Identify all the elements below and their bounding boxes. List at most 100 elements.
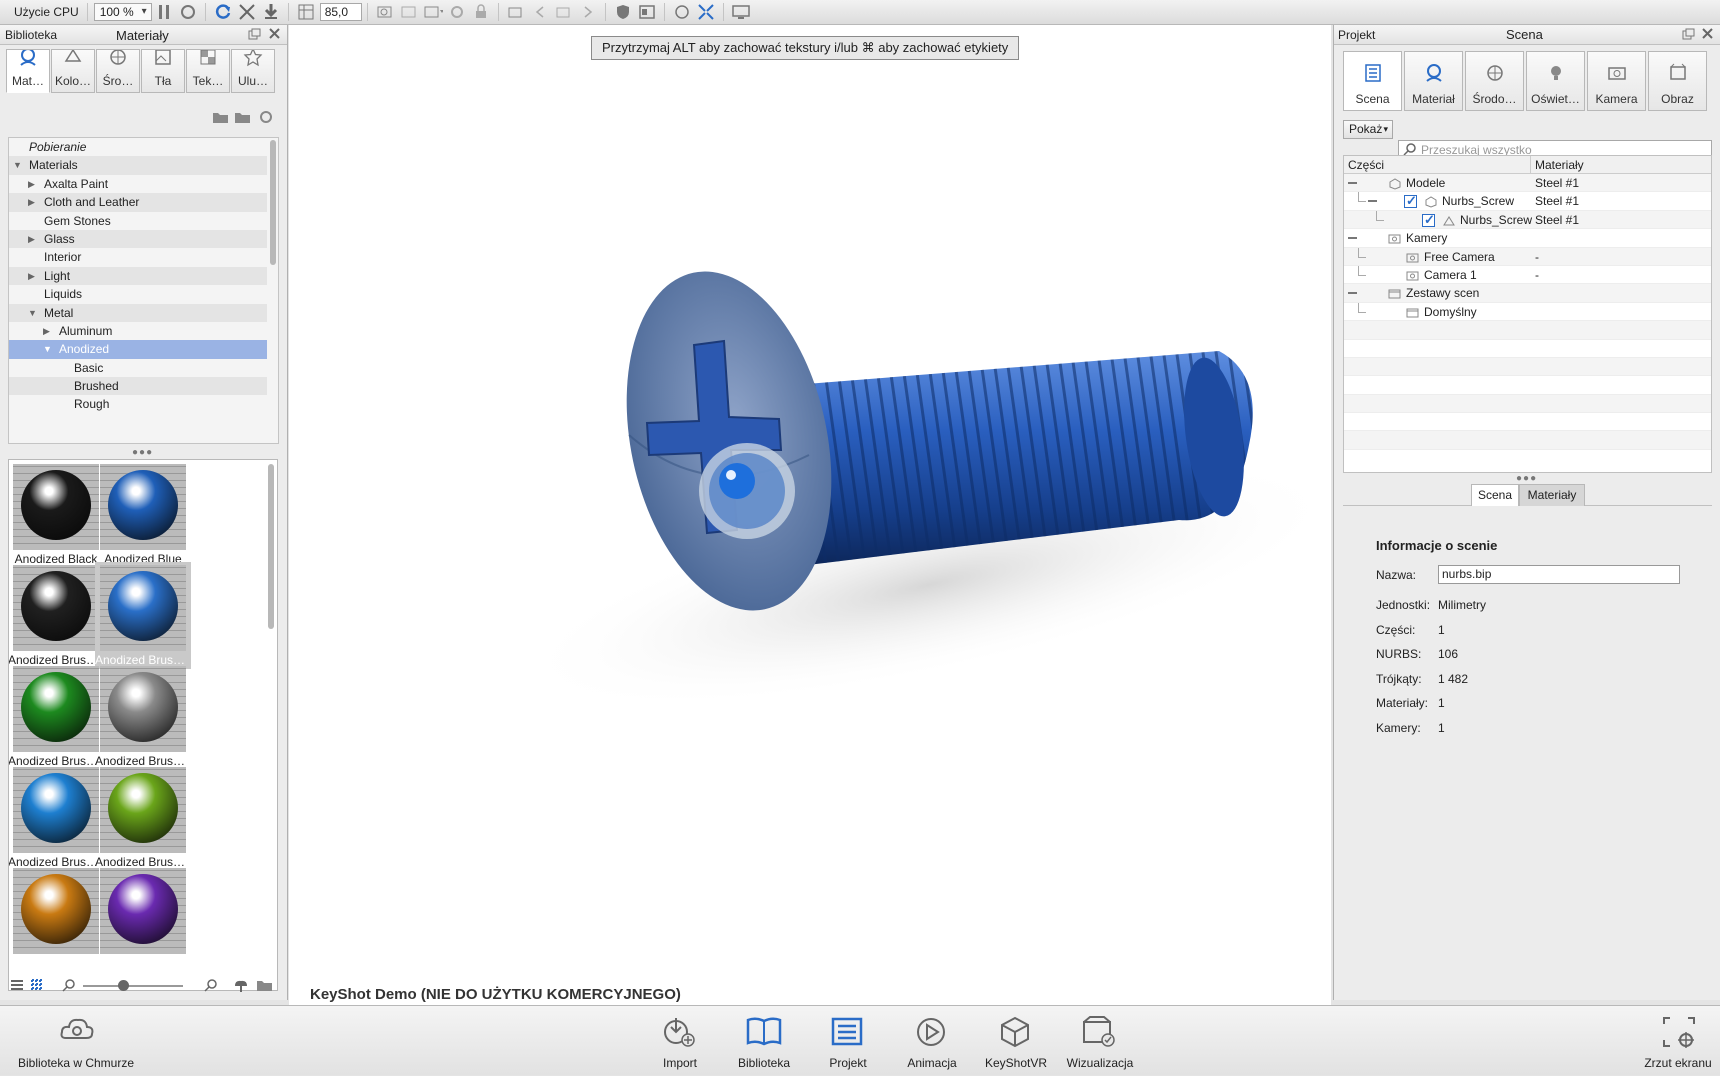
material-thumbnail[interactable]: Anodized Black bbox=[9, 461, 104, 568]
scene-tree-row[interactable]: Kamery bbox=[1344, 229, 1711, 248]
refresh-library-icon[interactable] bbox=[258, 109, 274, 128]
scene-name-input[interactable]: nurbs.bip bbox=[1438, 565, 1680, 584]
folder-tree-item[interactable]: Gem Stones bbox=[9, 212, 267, 230]
folder-tree-item[interactable]: ▼ Materials bbox=[9, 156, 267, 175]
camera-list-icon[interactable] bbox=[423, 2, 443, 22]
material-thumbnail[interactable]: Anodized Brush… bbox=[95, 663, 191, 770]
add-folder-icon[interactable] bbox=[212, 109, 230, 128]
dock-keyshotvr-button[interactable]: KeyShotVR bbox=[976, 1006, 1056, 1076]
library-tab-4[interactable]: Tek… bbox=[186, 49, 230, 93]
folder-tree-item[interactable]: Pobieranie bbox=[9, 138, 267, 156]
scene-tree-row[interactable]: Nurbs_ScrewSteel #1 bbox=[1344, 210, 1711, 229]
list-view-icon[interactable] bbox=[10, 979, 24, 994]
material-thumbnail[interactable]: Anodized Brush… bbox=[9, 764, 104, 871]
library-tab-0[interactable]: Mat… bbox=[6, 49, 50, 93]
cpu-usage-select[interactable]: 100 % bbox=[93, 3, 152, 21]
rotate-icon[interactable] bbox=[447, 2, 467, 22]
scene-tree-row[interactable]: Modele Steel #1 bbox=[1344, 174, 1711, 193]
show-dropdown[interactable]: Pokaż ▾ bbox=[1343, 120, 1393, 139]
shield-icon[interactable] bbox=[613, 2, 633, 22]
material-thumbnail[interactable]: Anodized Brush… bbox=[95, 562, 191, 669]
upload-icon[interactable] bbox=[232, 977, 250, 996]
grid-icon[interactable] bbox=[296, 2, 316, 22]
scene-tree-row[interactable]: Nurbs_ScrewSteel #1 bbox=[1344, 192, 1711, 211]
visibility-checkbox[interactable] bbox=[1422, 211, 1435, 229]
scene-tree-row[interactable]: Zestawy scen bbox=[1344, 284, 1711, 303]
folder-tree-item[interactable]: Rough bbox=[9, 395, 267, 413]
expand-arrow-icon[interactable]: ▶ bbox=[43, 322, 50, 340]
collapse-icon[interactable] bbox=[1348, 237, 1357, 240]
material-thumbnail[interactable]: Anodized Brush… bbox=[95, 764, 191, 871]
visibility-checkbox[interactable] bbox=[1404, 192, 1417, 211]
library-tab-5[interactable]: Ulu… bbox=[231, 49, 275, 93]
paint-icon[interactable] bbox=[672, 2, 692, 22]
material-thumbnail[interactable] bbox=[95, 865, 191, 972]
zoom-in-icon[interactable] bbox=[204, 978, 218, 995]
remove-folder-icon[interactable] bbox=[234, 109, 252, 128]
column-parts[interactable]: Części bbox=[1348, 156, 1384, 174]
folder-tree-item[interactable]: Liquids bbox=[9, 285, 267, 303]
dock-import-button[interactable]: Import bbox=[640, 1006, 720, 1076]
project-tab-1[interactable]: Materiał bbox=[1404, 51, 1463, 111]
import-folder-icon[interactable] bbox=[256, 977, 274, 996]
library-tab-3[interactable]: Tła bbox=[141, 49, 185, 93]
camera-tool-icon[interactable] bbox=[375, 2, 395, 22]
close-icon[interactable] bbox=[1701, 27, 1714, 43]
drop-to-ground-icon[interactable] bbox=[261, 2, 281, 22]
folder-tree-item[interactable]: ▶ Light bbox=[9, 266, 267, 286]
dock-project-button[interactable]: Projekt bbox=[808, 1006, 888, 1076]
collapse-arrow-icon[interactable]: ▼ bbox=[43, 340, 52, 358]
expand-arrow-icon[interactable]: ▶ bbox=[28, 175, 35, 193]
lock-camera-icon[interactable] bbox=[471, 2, 491, 22]
fit-view-icon[interactable] bbox=[237, 2, 257, 22]
scene-tree-row[interactable]: Camera 1 - bbox=[1344, 265, 1711, 285]
project-tab-5[interactable]: Obraz bbox=[1648, 51, 1707, 111]
cloud-library-button[interactable]: Biblioteka w Chmurze bbox=[16, 1006, 136, 1076]
view-icon[interactable] bbox=[554, 2, 574, 22]
geometry-view-icon[interactable] bbox=[696, 2, 716, 22]
monitor-icon[interactable] bbox=[731, 2, 751, 22]
collapse-icon[interactable] bbox=[1348, 292, 1357, 295]
refresh-render-icon[interactable] bbox=[178, 2, 198, 22]
folder-tree-item[interactable]: ▼ Anodized bbox=[9, 340, 267, 359]
reload-icon[interactable] bbox=[213, 2, 233, 22]
folder-tree-item[interactable]: ▶ Glass bbox=[9, 229, 267, 249]
presentation-icon[interactable] bbox=[637, 2, 657, 22]
prev-view-icon[interactable] bbox=[530, 2, 550, 22]
folder-tree-item[interactable]: ▶ Axalta Paint bbox=[9, 175, 267, 193]
column-materials[interactable]: Materiały bbox=[1530, 156, 1584, 174]
thumbnail-size-slider[interactable] bbox=[83, 985, 183, 987]
scene-tree-row[interactable]: Free Camera - bbox=[1344, 247, 1711, 266]
folder-tree-item[interactable]: Interior bbox=[9, 248, 267, 266]
expand-arrow-icon[interactable]: ▶ bbox=[28, 230, 35, 248]
detach-icon[interactable] bbox=[1682, 28, 1695, 43]
thumbnails-scrollbar[interactable] bbox=[268, 464, 274, 629]
material-thumbnail[interactable]: Anodized Brush… bbox=[9, 562, 104, 669]
screenshot-button[interactable]: Zrzut ekranu bbox=[1638, 1006, 1718, 1076]
dock-animation-button[interactable]: Animacja bbox=[892, 1006, 972, 1076]
library-tab-1[interactable]: Kolo… bbox=[51, 49, 95, 93]
info-tab-materials[interactable]: Materiały bbox=[1519, 484, 1585, 506]
expand-arrow-icon[interactable]: ▶ bbox=[28, 193, 35, 211]
folder-tree-item[interactable]: ▶ Aluminum bbox=[9, 322, 267, 340]
collapse-icon[interactable] bbox=[1368, 200, 1377, 203]
expand-arrow-icon[interactable]: ▶ bbox=[28, 267, 35, 285]
render-viewport[interactable]: Przytrzymaj ALT aby zachować tekstury i/… bbox=[289, 25, 1331, 1005]
project-tab-0[interactable]: Scena bbox=[1343, 51, 1402, 111]
material-thumbnail[interactable]: Anodized Blue bbox=[95, 461, 191, 568]
project-tab-2[interactable]: Środo… bbox=[1465, 51, 1524, 111]
project-tab-4[interactable]: Kamera bbox=[1587, 51, 1646, 111]
project-tab-3[interactable]: Oświet… bbox=[1526, 51, 1585, 111]
pause-icon[interactable] bbox=[154, 2, 174, 22]
close-icon[interactable] bbox=[268, 27, 281, 43]
splitter-handle[interactable]: ●●● bbox=[132, 447, 153, 458]
scene-tree-row[interactable]: Domyślny bbox=[1344, 302, 1711, 322]
collapse-arrow-icon[interactable]: ▼ bbox=[28, 304, 37, 322]
tree-scrollbar[interactable] bbox=[270, 140, 276, 265]
collapse-arrow-icon[interactable]: ▼ bbox=[13, 156, 22, 174]
material-thumbnail[interactable]: Anodized Brush… bbox=[9, 663, 104, 770]
grid-view-icon[interactable] bbox=[30, 979, 44, 994]
material-thumbnail[interactable] bbox=[9, 865, 104, 972]
dock-library-button[interactable]: Biblioteka bbox=[724, 1006, 804, 1076]
next-view-icon[interactable] bbox=[578, 2, 598, 22]
